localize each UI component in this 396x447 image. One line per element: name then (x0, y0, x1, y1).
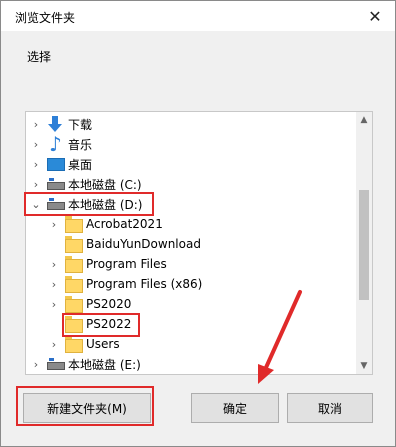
vertical-scrollbar[interactable]: ▲ ▼ (356, 112, 372, 374)
tree-item-drive-d[interactable]: ⌄ 本地磁盘 (D:) (30, 194, 360, 214)
tree-item-downloads[interactable]: › 下载 (30, 114, 360, 134)
tree-item-label: 本地磁盘 (C:) (68, 177, 142, 192)
drive-icon (46, 196, 65, 212)
chevron-right-icon[interactable]: › (30, 118, 42, 131)
prompt-text: 选择 (27, 50, 52, 64)
tree-item-program-files[interactable]: › Program Files (48, 254, 372, 274)
tree-item-drive-e[interactable]: › 本地磁盘 (E:) (30, 354, 360, 374)
scroll-down-icon[interactable]: ▼ (356, 358, 372, 374)
chevron-right-icon[interactable]: › (48, 218, 60, 231)
tree-item-label: PS2020 (86, 297, 132, 311)
tree-item-drive-c[interactable]: › 本地磁盘 (C:) (30, 174, 360, 194)
tree-item-label: PS2022 (86, 317, 132, 331)
desktop-icon (46, 156, 65, 172)
drive-icon (46, 356, 65, 372)
folder-icon (64, 296, 83, 313)
tree-item-desktop[interactable]: › 桌面 (30, 154, 360, 174)
folder-icon (64, 216, 83, 233)
down-arrow-icon (46, 116, 64, 132)
tree-item-baiduyundownload[interactable]: BaiduYunDownload (48, 234, 372, 254)
music-icon (46, 132, 64, 156)
tree-item-label: 桌面 (68, 157, 93, 172)
tree-item-ps2022[interactable]: PS2022 (48, 314, 372, 334)
chevron-right-icon[interactable]: › (30, 358, 42, 371)
title-bar: 浏览文件夹 ✕ (1, 1, 395, 31)
tree-item-label: Program Files (86, 257, 167, 271)
tree-item-label: 本地磁盘 (D:) (68, 197, 143, 212)
tree-item-program-files-x86[interactable]: › Program Files (x86) (48, 274, 372, 294)
tree-item-music[interactable]: › 音乐 (30, 132, 360, 156)
tree-item-label: Program Files (x86) (86, 277, 203, 291)
browse-folder-dialog: 浏览文件夹 ✕ 选择 › 下载 › 音乐 › 桌面 › 本地磁盘 (C:) ⌄ … (0, 0, 396, 447)
new-folder-button[interactable]: 新建文件夹(M) (23, 393, 151, 423)
tree-item-label: Acrobat2021 (86, 217, 163, 231)
tree-item-label: 下载 (68, 117, 93, 132)
folder-icon (64, 236, 83, 253)
chevron-right-icon[interactable]: › (30, 158, 42, 171)
tree-item-label: Users (86, 337, 120, 351)
close-button[interactable]: ✕ (355, 1, 395, 31)
ok-button[interactable]: 确定 (191, 393, 279, 423)
chevron-right-icon[interactable]: › (30, 138, 42, 151)
tree-item-label: BaiduYunDownload (86, 237, 201, 251)
scrollbar-thumb[interactable] (359, 190, 369, 300)
chevron-right-icon[interactable]: › (48, 258, 60, 271)
scroll-up-icon[interactable]: ▲ (356, 112, 372, 128)
chevron-right-icon[interactable]: › (48, 278, 60, 291)
folder-icon (64, 276, 83, 293)
folder-tree[interactable]: › 下载 › 音乐 › 桌面 › 本地磁盘 (C:) ⌄ 本地磁盘 (D:) ›… (25, 111, 373, 375)
tree-item-label: 本地磁盘 (E:) (68, 357, 141, 372)
folder-icon (64, 256, 83, 273)
chevron-down-icon[interactable]: ⌄ (30, 198, 42, 211)
chevron-right-icon[interactable]: › (30, 178, 42, 191)
tree-item-label: 音乐 (68, 137, 93, 152)
drive-icon (46, 176, 65, 192)
folder-icon (64, 336, 83, 353)
chevron-right-icon[interactable]: › (48, 338, 60, 351)
cancel-button[interactable]: 取消 (287, 393, 373, 423)
chevron-right-icon[interactable]: › (48, 298, 60, 311)
folder-icon (64, 316, 83, 333)
tree-item-users[interactable]: › Users (48, 334, 372, 354)
tree-item-ps2020[interactable]: › PS2020 (48, 294, 372, 314)
window-title: 浏览文件夹 (15, 11, 76, 25)
tree-item-acrobat2021[interactable]: › Acrobat2021 (48, 214, 372, 234)
